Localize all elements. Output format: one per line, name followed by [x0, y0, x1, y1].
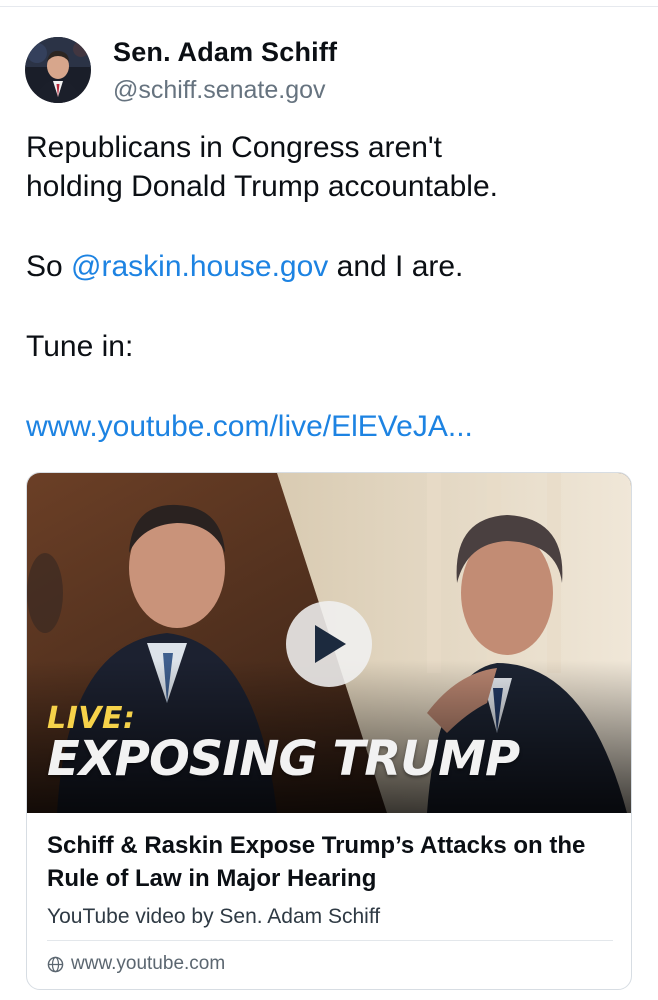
post-text: Republicans in Congress aren't holding D…	[26, 128, 636, 446]
card-title[interactable]: Schiff & Raskin Expose Trump’s Attacks o…	[47, 829, 617, 895]
card-domain-text: www.youtube.com	[71, 953, 226, 974]
post-line: Republicans in Congress aren't	[26, 131, 442, 164]
thumbnail-headline: EXPOSING TRUMP	[47, 731, 520, 787]
post-line: Tune in:	[26, 330, 134, 363]
top-divider	[0, 6, 658, 7]
post-line-suffix: and I are.	[328, 250, 464, 283]
card-domain: www.youtube.com	[47, 953, 225, 975]
author-display-name[interactable]: Sen. Adam Schiff	[113, 37, 337, 67]
play-icon	[315, 625, 346, 663]
video-thumbnail[interactable]: LIVE: EXPOSING TRUMP	[27, 473, 631, 813]
link-preview-card[interactable]: LIVE: EXPOSING TRUMP Schiff & Raskin Exp…	[26, 472, 632, 990]
mention-link[interactable]: @raskin.house.gov	[71, 250, 328, 283]
card-description: YouTube video by Sen. Adam Schiff	[47, 905, 381, 928]
avatar[interactable]	[25, 37, 91, 103]
play-button[interactable]	[286, 601, 372, 687]
post-line: holding Donald Trump accountable.	[26, 170, 498, 203]
post-line-prefix: So	[26, 250, 72, 283]
post-header: Sen. Adam Schiff @schiff.senate.gov	[25, 37, 337, 105]
post-line-mention: So @raskin.house.gov and I are.	[26, 247, 636, 286]
author-handle[interactable]: @schiff.senate.gov	[113, 74, 337, 106]
globe-icon	[47, 956, 64, 972]
url-link[interactable]: www.youtube.com/live/ElEVeJA...	[26, 407, 636, 446]
card-divider	[47, 940, 613, 941]
card-text: Schiff & Raskin Expose Trump’s Attacks o…	[47, 829, 617, 931]
